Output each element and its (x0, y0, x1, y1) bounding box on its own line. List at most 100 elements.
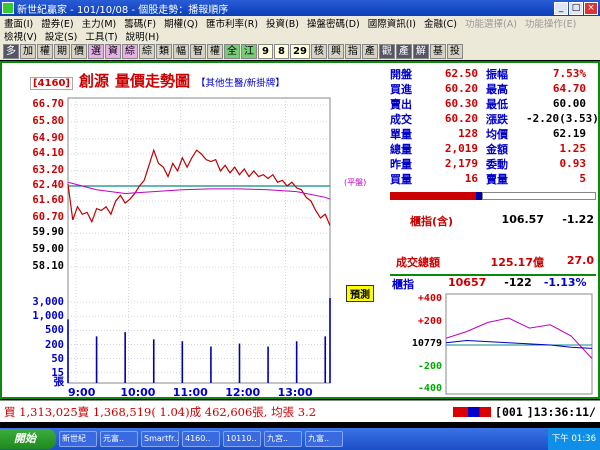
price-tick-label: 59.00 (32, 243, 64, 256)
mini-index-pct: -1.13% (543, 276, 587, 289)
index-change: -1.22 (562, 213, 594, 226)
quote-row: 開盤 62.50 振幅 7.53% (390, 66, 594, 81)
quote-label: 總量 (390, 142, 412, 156)
mini-tick-label: -200 (417, 360, 442, 372)
turnover-label: 成交總額 (396, 256, 440, 269)
time-tick-label: 10:00 (120, 386, 156, 399)
quote-row: 買量 16 賣量 5 (390, 171, 594, 186)
time-tick-label: 12:00 (225, 386, 261, 399)
mini-tick-label: -400 (417, 383, 442, 394)
price-tick-label: 63.20 (32, 163, 64, 176)
taskbar-task[interactable]: 九宮.. (264, 431, 302, 447)
quote-label: 成交 (390, 112, 412, 126)
quote-value: 60.20 (444, 112, 478, 125)
quote-value: 62.50 (444, 67, 478, 80)
average-price-line (67, 181, 331, 200)
quote-label: 單量 (390, 127, 412, 141)
quote-label: 買量 (390, 172, 412, 186)
order-book-summary: 買 1,313,025賣 1,368,519( 1.04)成 462,606張,… (4, 404, 317, 419)
quote-panel: 開盤 62.50 振幅 7.53% 買進 60.20 最高 64.70 賣出 60.30 最低 60.… (390, 66, 599, 186)
price-line (67, 148, 331, 226)
status-indicator (453, 406, 492, 417)
taskbar-task[interactable]: 元富.. (100, 431, 138, 447)
quote-value: -2.20(3.53) (526, 112, 599, 125)
quote-value: 60.00 (552, 97, 586, 110)
mini-tick-label: +200 (417, 315, 442, 327)
price-tick-label: 60.70 (32, 211, 64, 224)
price-tick-label: 58.10 (32, 260, 64, 272)
reference-label: (平盤) (344, 178, 367, 187)
price-tick-label: 59.90 (32, 226, 64, 239)
mini-index-value: 10657 (448, 276, 487, 289)
status-bar: 買 1,313,025賣 1,368,519( 1.04)成 462,606張,… (0, 400, 600, 422)
quote-label: 振幅 (486, 67, 508, 81)
quote-label: 賣量 (486, 172, 508, 186)
quote-value: 128 (458, 127, 478, 140)
taskbar-task[interactable]: 九富.. (305, 431, 343, 447)
quote-label: 最低 (486, 97, 508, 111)
taskbar-task[interactable]: 新世紀 (59, 431, 97, 447)
quote-row: 昨量 2,179 委動 0.93 (390, 156, 594, 171)
taskbar-task[interactable]: Smartfr.. (141, 431, 179, 447)
volume-bar (238, 343, 241, 383)
quote-label: 委動 (486, 157, 508, 171)
start-button[interactable]: 開始 (0, 429, 56, 449)
volume-bar (124, 332, 126, 383)
quote-value: 1.25 (559, 142, 587, 155)
volume-tick-label: 200 (45, 338, 64, 351)
quote-value: 5 (579, 172, 586, 185)
volume-bar (329, 298, 331, 383)
turnover-summary: 成交總額 125.17億 27.0 (396, 254, 596, 270)
price-tick-label: 64.90 (32, 131, 64, 144)
taskbar-task[interactable]: 10110.. (223, 431, 261, 447)
mini-tick-label: 10779 (411, 338, 442, 349)
quote-row: 成交 60.20 漲跌 -2.20(3.53) (390, 111, 599, 126)
quote-value: 64.70 (552, 82, 586, 95)
volume-bar (324, 336, 327, 383)
price-tick-label: 65.80 (32, 114, 64, 127)
volume-bar (67, 319, 69, 383)
time-tick-label: 11:00 (172, 386, 208, 399)
quote-label: 賣出 (390, 97, 412, 111)
volume-unit-label: 張 (53, 376, 65, 388)
quote-value: 62.19 (552, 127, 586, 140)
price-tick-label: 61.60 (32, 194, 64, 207)
quote-value: 16 (464, 172, 478, 185)
turnover-extra: 27.0 (566, 254, 594, 267)
bid-ask-ratio-bar (390, 192, 596, 200)
chart-frame (67, 97, 331, 384)
volume-tick-label: 1,000 (32, 310, 64, 323)
price-tick-label: 64.10 (32, 146, 64, 159)
page-code[interactable]: [001 (495, 405, 523, 419)
turnover-value: 125.17億 (490, 256, 544, 269)
quote-label: 最高 (486, 82, 508, 96)
quote-value: 0.93 (559, 157, 587, 170)
quote-row: 單量 128 均價 62.19 (390, 126, 594, 141)
price-tick-label: 62.40 (32, 179, 64, 191)
volume-bar (95, 336, 98, 383)
otc-index-summary: 櫃指(含) 106.57 -1.22 (396, 213, 596, 229)
taskbar-task[interactable]: 4160.. (182, 431, 220, 447)
quote-value: 60.20 (444, 82, 478, 95)
index-value: 106.57 (501, 213, 544, 226)
index-label: 櫃指(含) (410, 215, 454, 228)
volume-bar (181, 341, 184, 383)
quote-row: 買進 60.20 最高 64.70 (390, 81, 594, 96)
quote-value: 7.53% (552, 67, 586, 80)
price-tick-label: 66.70 (32, 98, 64, 110)
mini-index-label: 櫃指 (392, 278, 414, 291)
volume-bar (210, 346, 212, 383)
quote-label: 開盤 (390, 67, 412, 81)
mini-tick-label: +400 (417, 293, 442, 304)
clock-readout: ]13:36:11/ (526, 404, 596, 419)
quote-label: 漲跌 (486, 112, 508, 126)
quote-value: 2,179 (444, 157, 478, 170)
volume-tick-label: 50 (51, 352, 64, 365)
mini-index-change: -122 (504, 276, 532, 289)
quote-row: 總量 2,019 金額 1.25 (390, 141, 594, 156)
taskbar: 開始 新世紀 元富.. Smartfr.. 4160.. 10110.. 九宮.. 九富..… (0, 428, 600, 450)
quote-value: 60.30 (444, 97, 478, 110)
forecast-button[interactable]: 預測 (346, 285, 374, 302)
volume-bar (152, 339, 155, 383)
volume-tick-label: 500 (45, 324, 64, 337)
